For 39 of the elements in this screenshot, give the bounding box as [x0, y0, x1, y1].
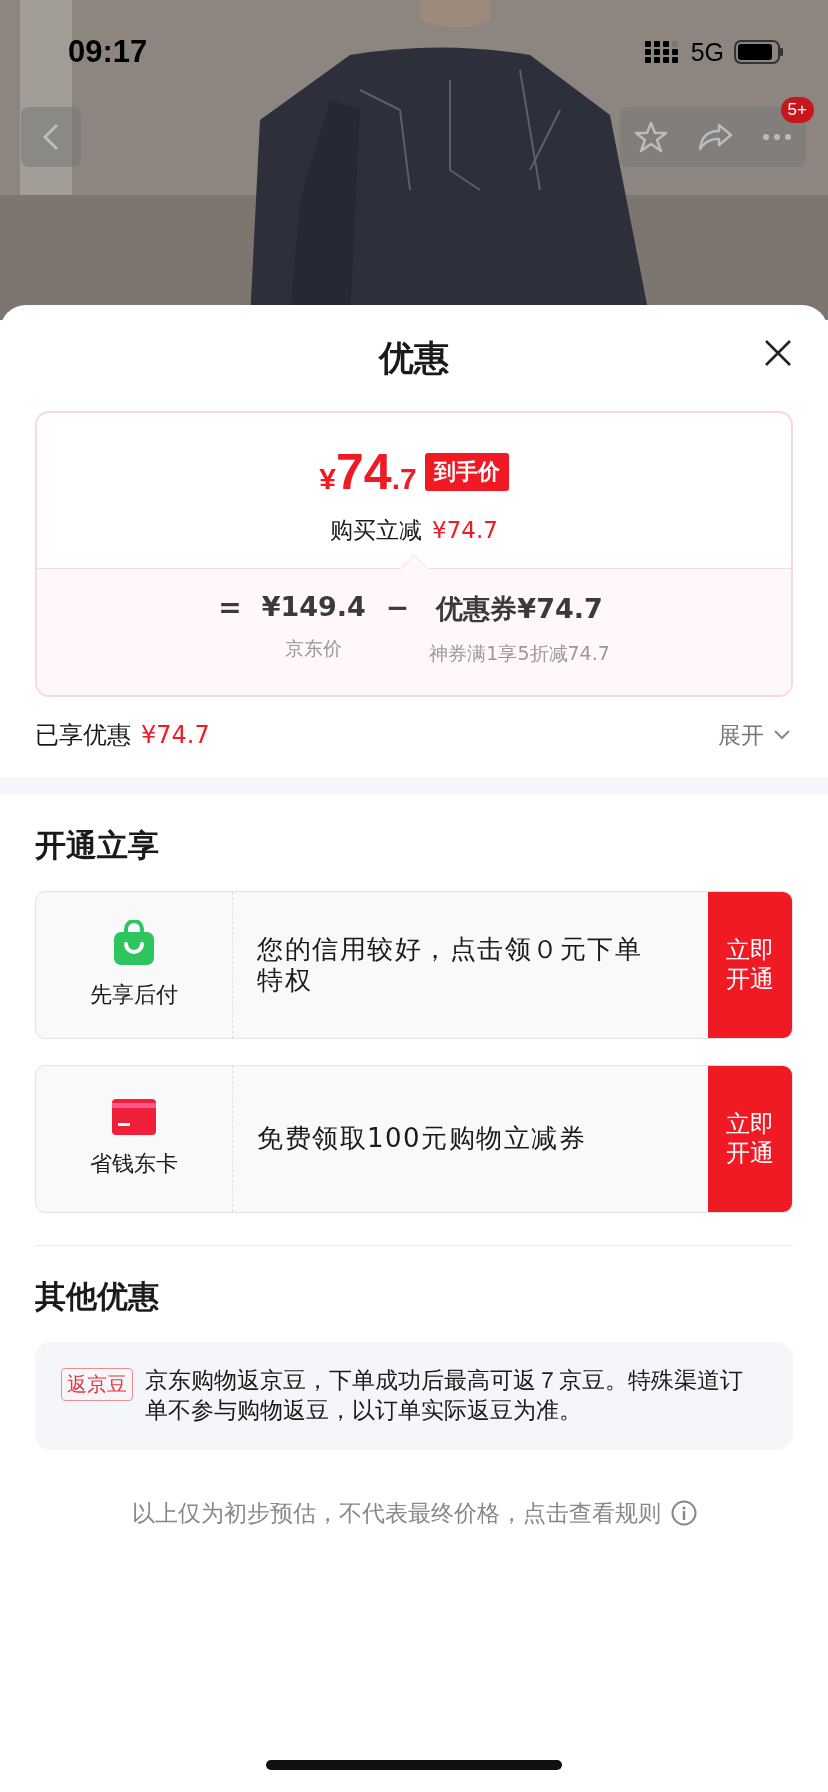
formula-caption: 京东价 — [285, 636, 343, 661]
disclaimer-link[interactable]: 以上仅为初步预估，不代表最终价格，点击查看规则 — [131, 1497, 661, 1529]
network-label: 5G — [690, 37, 724, 67]
offer-name: 先享后付 — [90, 981, 178, 1009]
reduction-label: 购买立减 — [330, 516, 423, 545]
offer-description: 京东购物返京豆，下单成功后最高可返７京豆。特殊渠道订单不参与购物返豆，以订单实际返豆为准。 — [145, 1366, 744, 1425]
offer-name: 省钱东卡 — [90, 1150, 178, 1178]
formula-caption: 神券满1享5折减74.7 — [429, 641, 610, 666]
operator-symbol: = — [218, 591, 242, 626]
operator-symbol: − — [385, 591, 410, 626]
activate-button[interactable]: 立即开通 — [708, 892, 792, 1038]
more-icon[interactable] — [761, 133, 792, 141]
signal-icon — [644, 41, 681, 63]
section-title: 开通立享 — [35, 826, 160, 865]
chevron-icon — [774, 730, 790, 740]
back-chevron-icon — [41, 121, 61, 153]
offer-text: 免费领取100元购物立减券 — [256, 1122, 588, 1156]
formula-value: ¥149.4 — [261, 591, 366, 622]
close-icon[interactable] — [764, 339, 792, 367]
enjoyed-label: 已享优惠 — [35, 720, 131, 751]
reduction-value: ¥74.7 — [432, 517, 498, 543]
expand-toggle[interactable]: 展开 — [718, 719, 790, 751]
enjoyed-value: ¥74.7 — [141, 721, 210, 749]
share-icon[interactable] — [697, 122, 733, 152]
activate-button[interactable]: 立即开通 — [708, 1066, 792, 1212]
status-time: 09:17 — [68, 34, 148, 70]
final-price-tag: 到手价 — [424, 453, 509, 491]
formula-value: 优惠券¥74.7 — [436, 592, 603, 626]
sheet-title: 优惠 — [379, 336, 449, 380]
battery-icon — [734, 40, 784, 64]
back-button[interactable] — [21, 107, 81, 167]
info-icon[interactable] — [670, 1500, 697, 1527]
star-icon[interactable] — [634, 120, 669, 154]
card-icon — [112, 1099, 156, 1135]
offer-tag: 返京豆 — [61, 1368, 133, 1401]
final-price: ¥74.7 — [319, 443, 417, 501]
shopping-bag-icon — [112, 920, 156, 966]
offer-text: 您的信用较好，点击领０元下单特权 — [256, 932, 643, 997]
section-title: 其他优惠 — [35, 1277, 160, 1316]
